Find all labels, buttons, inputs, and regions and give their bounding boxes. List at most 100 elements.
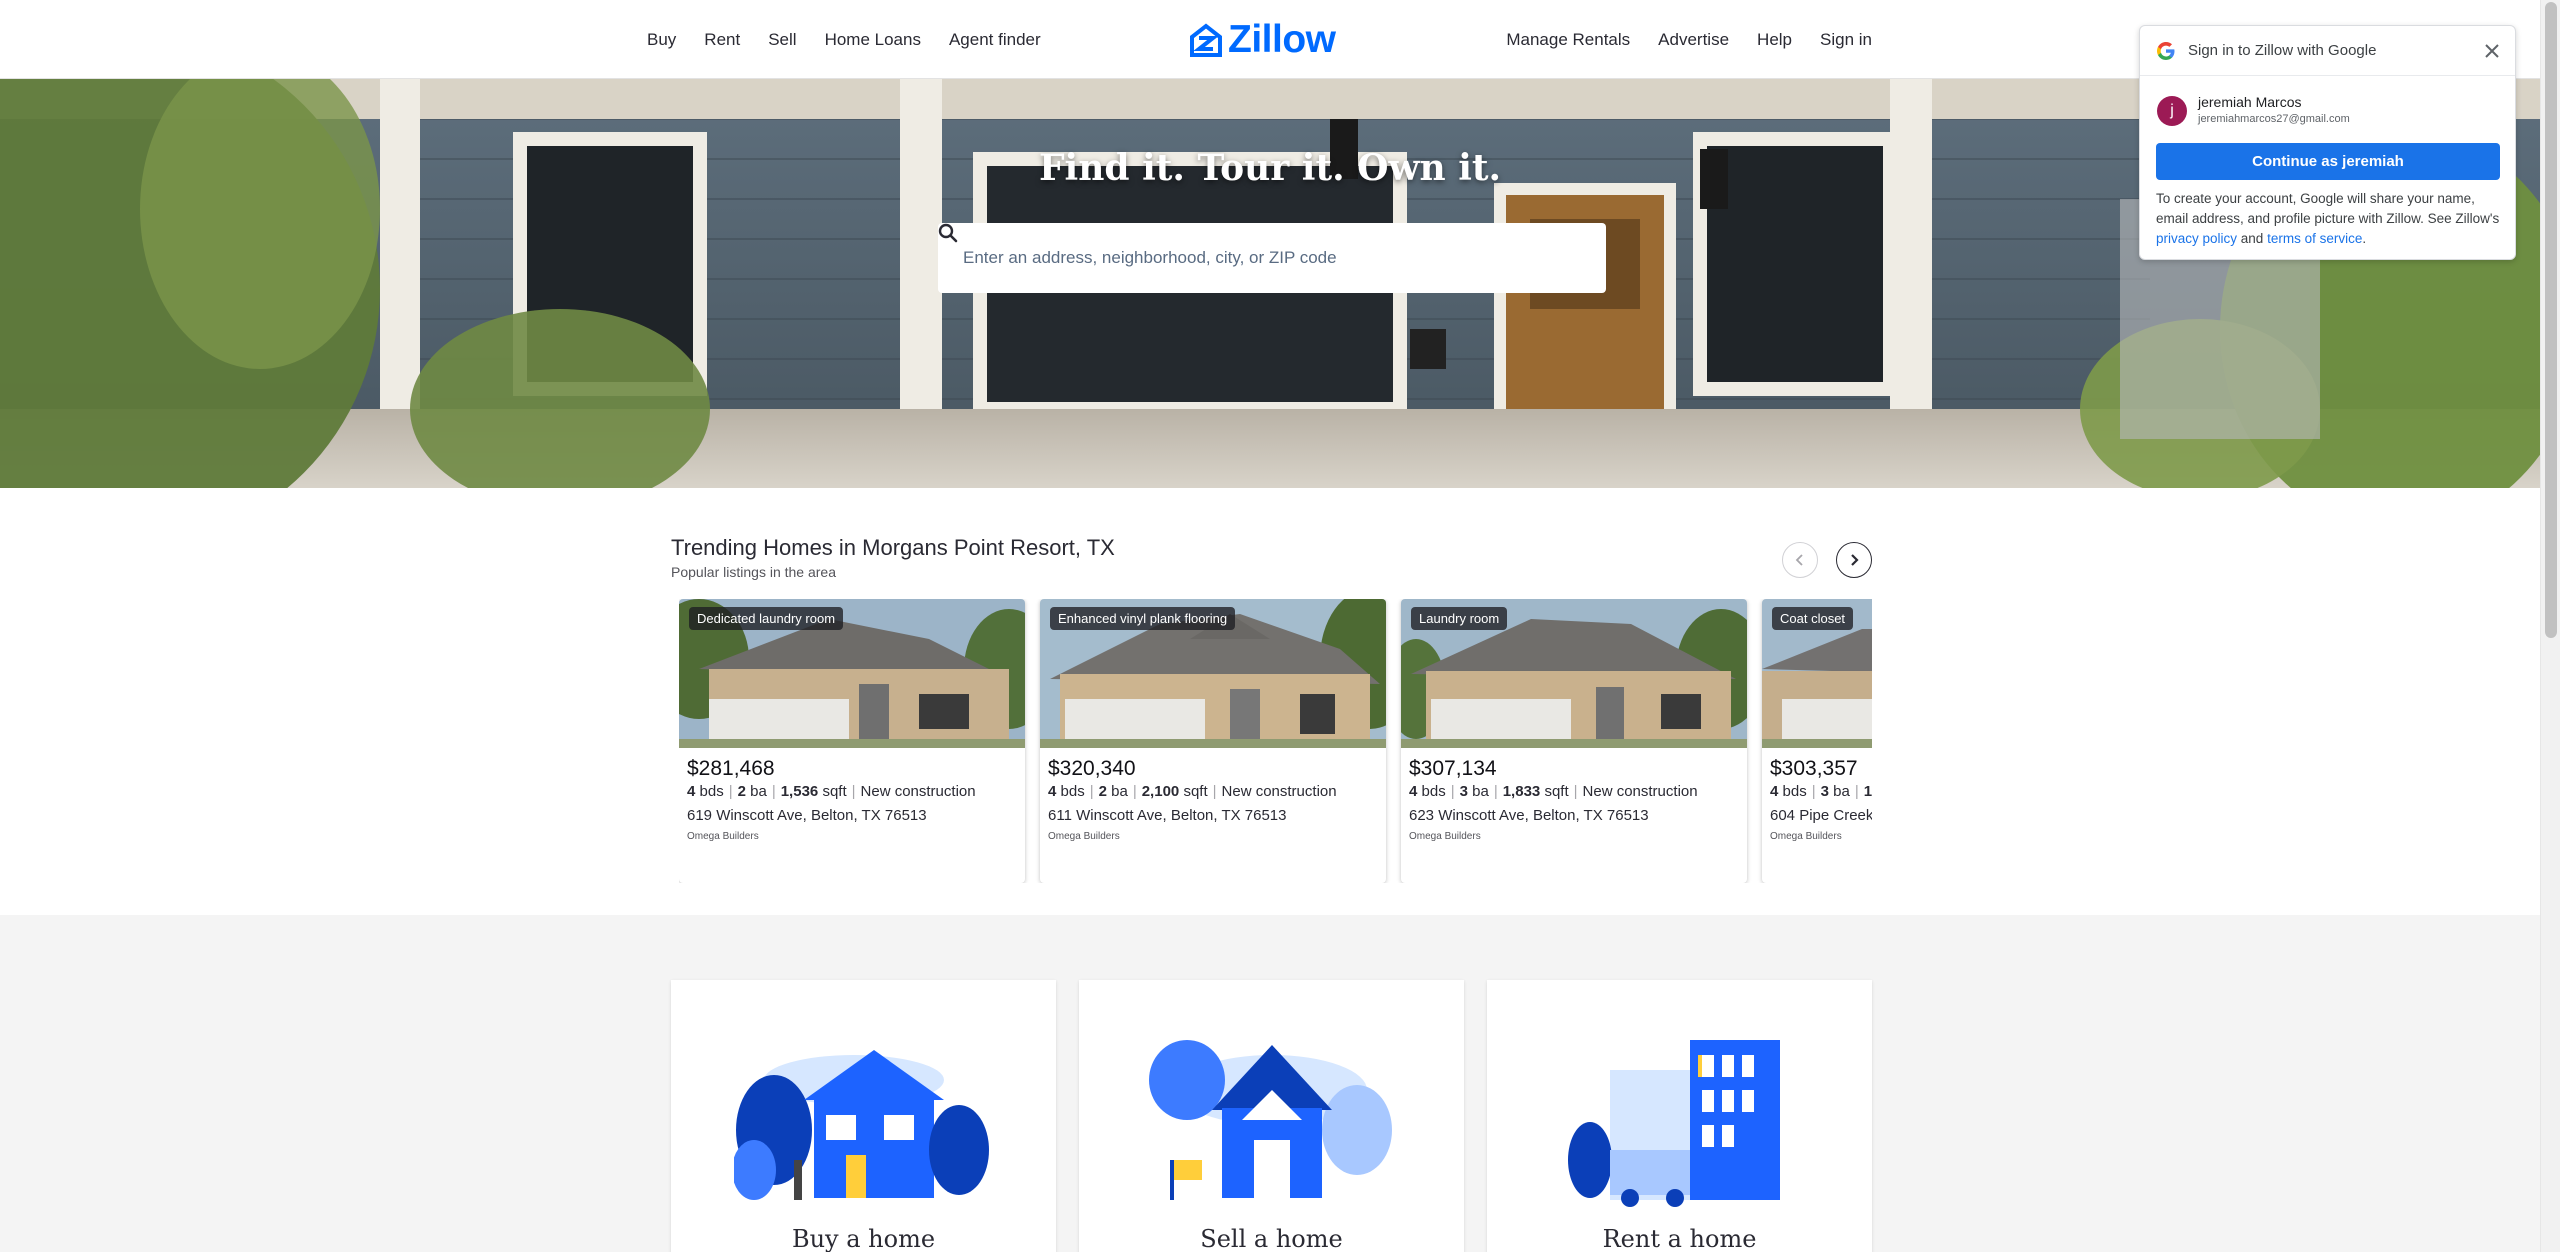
listing-beds-label: bds xyxy=(1060,783,1085,800)
listing-address[interactable]: 604 Pipe Creek xyxy=(1770,807,1872,824)
nav-advertise[interactable]: Advertise xyxy=(1658,30,1729,50)
avatar: j xyxy=(2157,96,2187,126)
listing-facts: 4 bds | 2 ba | 1,536 sqft | New construction xyxy=(687,783,976,800)
listing-card[interactable]: Laundry room $307,134 4 bds | 3 ba | 1,833 s… xyxy=(1401,599,1747,883)
buy-home-illustration xyxy=(733,1050,989,1200)
continue-as-button[interactable]: Continue as jeremiah xyxy=(2156,143,2500,180)
carousel-prev-button[interactable] xyxy=(1782,542,1818,578)
listing-address[interactable]: 623 Winscott Ave, Belton, TX 76513 xyxy=(1409,807,1649,824)
listing-baths-label: ba xyxy=(1111,783,1128,800)
listing-baths: 3 xyxy=(1459,783,1468,800)
consent-text-and: and xyxy=(2237,231,2268,246)
listing-broker: Omega Builders xyxy=(687,831,759,842)
search-bar xyxy=(938,223,1606,293)
listing-facts: 4 bds | 3 ba | 1 xyxy=(1770,783,1872,800)
account-name[interactable]: jeremiah Marcos xyxy=(2198,94,2301,110)
listing-sqft-label: sqft xyxy=(822,783,847,800)
sell-home-illustration xyxy=(1148,1040,1392,1200)
nav-help[interactable]: Help xyxy=(1757,30,1792,50)
consent-text-end: . xyxy=(2362,231,2367,246)
terms-of-service-link[interactable]: terms of service xyxy=(2267,231,2362,246)
listing-address[interactable]: 619 Winscott Ave, Belton, TX 76513 xyxy=(687,807,927,824)
listing-photo: Enhanced vinyl plank flooring xyxy=(1040,599,1386,748)
listing-baths: 2 xyxy=(1098,783,1107,800)
close-icon[interactable] xyxy=(2481,40,2503,62)
listing-card[interactable]: Dedicated laundry room $281,468 4 bds | 2 … xyxy=(679,599,1025,883)
listing-beds: 4 xyxy=(1770,783,1779,800)
trending-subtitle: Popular listings in the area xyxy=(671,564,836,580)
google-g-icon xyxy=(2157,42,2175,60)
listing-broker: Omega Builders xyxy=(1409,831,1481,842)
nav-manage-rentals[interactable]: Manage Rentals xyxy=(1506,30,1630,50)
zillow-logo-text: Zillow xyxy=(1228,18,1336,61)
listing-facts: 4 bds | 2 ba | 2,100 sqft | New construction xyxy=(1048,783,1337,800)
nav-sign-in[interactable]: Sign in xyxy=(1820,30,1872,50)
listing-price: $281,468 xyxy=(687,757,775,780)
listing-card[interactable]: Coat closet $303,357 4 bds | 3 ba | 1 604 Pi… xyxy=(1762,599,1872,883)
listing-photo: Dedicated laundry room xyxy=(679,599,1025,748)
listing-badge: Dedicated laundry room xyxy=(689,607,844,630)
listing-photo: Coat closet xyxy=(1762,599,1872,748)
nav-left: Buy Rent Sell Home Loans Agent finder xyxy=(647,0,1041,79)
account-email: jeremiahmarcos27@gmail.com xyxy=(2198,113,2350,125)
action-tiles-section: Buy a home Sell a home Rent a home xyxy=(0,915,2540,1252)
listing-beds: 4 xyxy=(687,783,696,800)
listing-baths: 3 xyxy=(1820,783,1829,800)
consent-text-part: To create your account, Google will shar… xyxy=(2156,191,2500,226)
google-consent-text: To create your account, Google will shar… xyxy=(2156,189,2506,249)
rent-a-home-tile[interactable]: Rent a home xyxy=(1487,980,1872,1252)
trending-title: Trending Homes in Morgans Point Resort, … xyxy=(671,535,1115,560)
google-popup-header: Sign in to Zillow with Google xyxy=(2140,26,2515,76)
listing-price: $303,357 xyxy=(1770,757,1858,780)
google-signin-popup: Sign in to Zillow with Google j jeremiah… xyxy=(2139,25,2516,260)
zillow-logo-icon xyxy=(1190,23,1222,57)
listing-status: New construction xyxy=(860,783,976,800)
scrollbar-thumb[interactable] xyxy=(2545,2,2557,638)
rent-home-illustration xyxy=(1567,1040,1780,1207)
listing-sqft: 1,536 xyxy=(780,783,819,800)
listing-beds: 4 xyxy=(1409,783,1418,800)
listing-badge: Laundry room xyxy=(1411,607,1508,630)
listing-price: $307,134 xyxy=(1409,757,1497,780)
listing-beds-label: bds xyxy=(1421,783,1446,800)
nav-buy[interactable]: Buy xyxy=(647,30,676,50)
listing-sqft: 1 xyxy=(1863,783,1872,800)
listing-baths-label: ba xyxy=(750,783,767,800)
listing-facts: 4 bds | 3 ba | 1,833 sqft | New construction xyxy=(1409,783,1698,800)
nav-right: Manage Rentals Advertise Help Sign in xyxy=(1506,0,1872,79)
page-scrollbar[interactable] xyxy=(2540,0,2560,1252)
listing-sqft-label: sqft xyxy=(1183,783,1208,800)
sell-a-home-tile[interactable]: Sell a home xyxy=(1079,980,1464,1252)
listing-broker: Omega Builders xyxy=(1048,831,1120,842)
chevron-right-icon xyxy=(1851,554,1859,566)
carousel-next-button[interactable] xyxy=(1836,542,1872,578)
listing-address[interactable]: 611 Winscott Ave, Belton, TX 76513 xyxy=(1048,807,1286,824)
listing-baths-label: ba xyxy=(1472,783,1489,800)
listing-badge: Coat closet xyxy=(1772,607,1854,630)
chevron-left-icon xyxy=(1795,554,1803,566)
buy-a-home-title: Buy a home xyxy=(791,1225,936,1252)
search-input[interactable] xyxy=(938,223,1550,293)
nav-agent-finder[interactable]: Agent finder xyxy=(949,30,1041,50)
google-popup-title: Sign in to Zillow with Google xyxy=(2188,42,2377,59)
nav-sell[interactable]: Sell xyxy=(768,30,796,50)
listing-baths-label: ba xyxy=(1833,783,1850,800)
zillow-logo[interactable]: Zillow xyxy=(1190,18,1336,61)
listing-card[interactable]: Enhanced vinyl plank flooring $320,340 4… xyxy=(1040,599,1386,883)
listing-sqft-label: sqft xyxy=(1544,783,1569,800)
rent-a-home-title: Rent a home xyxy=(1602,1225,1757,1252)
search-icon[interactable] xyxy=(938,223,1606,293)
listing-sqft: 2,100 xyxy=(1141,783,1180,800)
listing-sqft: 1,833 xyxy=(1502,783,1541,800)
listing-badge: Enhanced vinyl plank flooring xyxy=(1050,607,1236,630)
listing-status: New construction xyxy=(1582,783,1698,800)
listing-beds-label: bds xyxy=(699,783,724,800)
listing-beds-label: bds xyxy=(1782,783,1807,800)
buy-a-home-tile[interactable]: Buy a home xyxy=(671,980,1056,1252)
nav-home-loans[interactable]: Home Loans xyxy=(825,30,921,50)
sell-a-home-title: Sell a home xyxy=(1200,1225,1343,1252)
privacy-policy-link[interactable]: privacy policy xyxy=(2156,231,2237,246)
listing-price: $320,340 xyxy=(1048,757,1136,780)
listing-beds: 4 xyxy=(1048,783,1057,800)
nav-rent[interactable]: Rent xyxy=(704,30,740,50)
